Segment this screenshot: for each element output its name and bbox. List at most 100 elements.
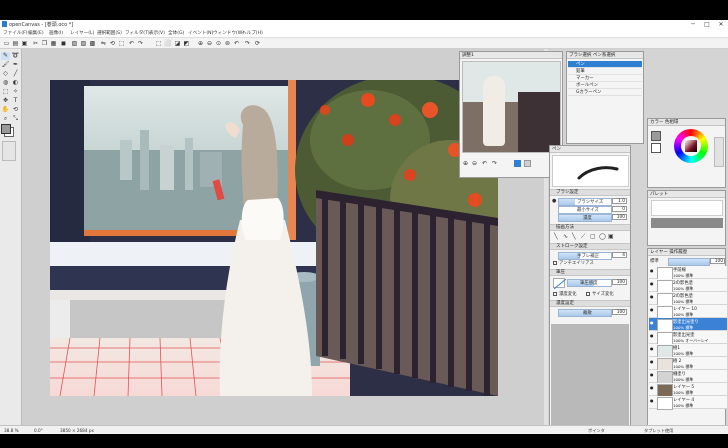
cut-icon[interactable]: ✂ [32, 40, 39, 47]
color-sliders[interactable] [714, 137, 724, 167]
open-file-icon[interactable]: ▤ [12, 40, 19, 47]
secondary-color-swatch[interactable] [651, 143, 661, 153]
opacity-slider[interactable]: 濃度 [558, 214, 612, 222]
brush-item-gpen[interactable]: Gカラーペン [568, 89, 642, 96]
menu-filter[interactable]: フィルタ(T) [125, 30, 150, 36]
eye-icon[interactable]: ● [650, 347, 654, 351]
zoom-in-icon[interactable]: ⊕ [197, 40, 204, 47]
new-file-icon[interactable]: ▭ [3, 40, 10, 47]
menu-event[interactable]: イベント(N) [188, 30, 213, 36]
brush-item-ballpen[interactable]: ボールペン [568, 82, 642, 89]
nav-rotate-right-icon[interactable]: ↷ [492, 160, 497, 167]
layer-row[interactable]: ● 樹 2 100% 標準 [649, 357, 727, 371]
menu-selection[interactable]: 選択範囲(S) [97, 30, 122, 36]
zoom-fit-icon[interactable]: ⊙ [215, 40, 222, 47]
layer-copy-icon[interactable]: ▧ [71, 40, 78, 47]
eye-icon[interactable]: ● [650, 321, 654, 325]
eye-icon[interactable]: ● [650, 386, 654, 390]
fill-icon[interactable]: ◩ [183, 40, 190, 47]
draw-curve-icon[interactable]: ∿ [563, 233, 568, 240]
eye-icon[interactable]: ● [650, 282, 654, 286]
antialias-checkbox[interactable] [553, 261, 557, 265]
palette-selected-swatch[interactable] [651, 218, 723, 228]
layer-row[interactable]: ● レイヤー 4 100% 標準 [649, 396, 727, 410]
pressure-sensitivity-value[interactable]: 100 [612, 279, 627, 285]
layer-row[interactable]: ● 柵塗り 100% 標準 [649, 370, 727, 384]
save-icon[interactable]: ▣ [21, 40, 28, 47]
eye-icon[interactable]: ● [650, 360, 654, 364]
layer-row[interactable]: ● 樹1 100% 標準 [649, 344, 727, 358]
stabilizer-value[interactable]: 4 [612, 252, 627, 258]
texture-slider[interactable]: 離散 [558, 309, 612, 317]
foreground-color-swatch[interactable] [1, 124, 11, 134]
menu-all[interactable]: 全体(G) [168, 30, 184, 36]
brush-size-slider[interactable]: ブラシサイズ [558, 198, 612, 206]
lasso-tool-icon[interactable]: ➰ [11, 52, 20, 60]
magic-wand-tool-icon[interactable]: ✧ [11, 88, 20, 96]
menu-file[interactable]: ファイル(F) [3, 30, 28, 36]
draw-polyline-icon[interactable]: ⟋ [581, 233, 585, 241]
pressure-size-checkbox[interactable] [586, 292, 590, 296]
invert-select-icon[interactable]: ◪ [174, 40, 181, 47]
draw-rect-icon[interactable]: ▢ [590, 233, 596, 240]
select-rect-tool-icon[interactable]: ⬚ [1, 88, 10, 96]
layer-row[interactable]: ● 2の影色塗 100% 標準 [649, 292, 727, 306]
color-mode-icon[interactable] [2, 141, 16, 161]
menu-layer[interactable]: レイヤー(L) [70, 30, 94, 36]
palette-swatches[interactable] [651, 200, 723, 216]
pen-tool-icon[interactable]: ✎ [1, 52, 10, 60]
brush-section-header[interactable]: ブラシ設定 [550, 189, 630, 196]
layer-row[interactable]: ● 影塗出光塗 100% オーバーレイ [649, 331, 727, 345]
layer-row[interactable]: ● レイヤー 5 100% 標準 [649, 383, 727, 397]
texture-section-header[interactable]: 濃度設定 [550, 300, 630, 307]
pressure-sensitivity-slider[interactable]: 筆圧感度 [567, 279, 612, 287]
min-size-value[interactable]: 0 [612, 206, 627, 212]
hand-tool-icon[interactable]: ✋ [1, 106, 10, 114]
shape-section-header[interactable]: 描画方法 [550, 224, 630, 231]
brush-tool-icon[interactable]: 🖌 [1, 61, 10, 69]
zoom-tool-icon[interactable]: ⌕ [1, 115, 10, 123]
maximize-icon[interactable]: □ [700, 20, 714, 29]
draw-fill-rect-icon[interactable]: ▣ [608, 233, 614, 240]
layer-blend-mode[interactable]: 標準 [650, 258, 659, 264]
draw-ellipse-icon[interactable]: ◯ [599, 233, 606, 240]
pressure-opacity-checkbox[interactable] [553, 292, 557, 296]
texture-value[interactable]: 100 [612, 309, 627, 315]
transform-icon[interactable]: ⬚ [118, 40, 125, 47]
copy-icon[interactable]: ❐ [41, 40, 48, 47]
layer-new-icon[interactable]: ◼ [60, 40, 67, 47]
brush-item-marker[interactable]: マーカー [568, 75, 642, 82]
menu-image[interactable]: 画像(I) [49, 30, 63, 36]
rotate-icon[interactable]: ⟲ [109, 40, 116, 47]
layer-row-selected[interactable]: ● 影塗出光塗り 100% 標準 [649, 318, 727, 332]
stabilizer-slider[interactable]: 手ブレ補正 [558, 252, 612, 260]
eye-icon[interactable]: ● [650, 295, 654, 299]
eye-icon[interactable]: ● [650, 269, 654, 273]
text-tool-icon[interactable]: T [11, 97, 20, 105]
layer-opacity-value[interactable]: 100 [710, 258, 725, 264]
opacity-value[interactable]: 100 [612, 214, 627, 220]
artwork-canvas[interactable] [50, 80, 498, 396]
layer-delete-icon[interactable]: ▩ [89, 40, 96, 47]
layer-merge-icon[interactable]: ▨ [80, 40, 87, 47]
gradient-tool-icon[interactable]: ◐ [11, 79, 20, 87]
undo-history-icon[interactable]: ↶ [128, 40, 135, 47]
flip-icon[interactable]: ⇋ [100, 40, 107, 47]
eyedropper-tool-icon[interactable]: ✒ [11, 61, 20, 69]
draw-line-icon[interactable]: ╲ [572, 233, 576, 240]
min-size-slider[interactable]: 最小サイズ [558, 206, 612, 214]
color-wheel[interactable] [674, 129, 708, 163]
eraser-tool-icon[interactable]: ◇ [1, 70, 10, 78]
current-color-swatch[interactable] [651, 131, 661, 141]
eye-icon[interactable]: ● [650, 334, 654, 338]
redo-history-icon[interactable]: ↷ [137, 40, 144, 47]
layer-row[interactable]: ● 2の影色塗 100% 標準 [649, 279, 727, 293]
pressure-curve-icon[interactable] [553, 278, 567, 290]
scale-tool-icon[interactable]: ⤡ [11, 115, 20, 123]
brush-size-value[interactable]: 1.0 [612, 198, 627, 204]
move-tool-icon[interactable]: ✥ [1, 97, 10, 105]
close-icon[interactable]: ✕ [714, 20, 728, 29]
nav-zoom-in-icon[interactable]: ⊕ [463, 160, 468, 167]
menu-view[interactable]: 表示(V) [149, 30, 165, 36]
minimize-icon[interactable]: ─ [686, 20, 700, 29]
